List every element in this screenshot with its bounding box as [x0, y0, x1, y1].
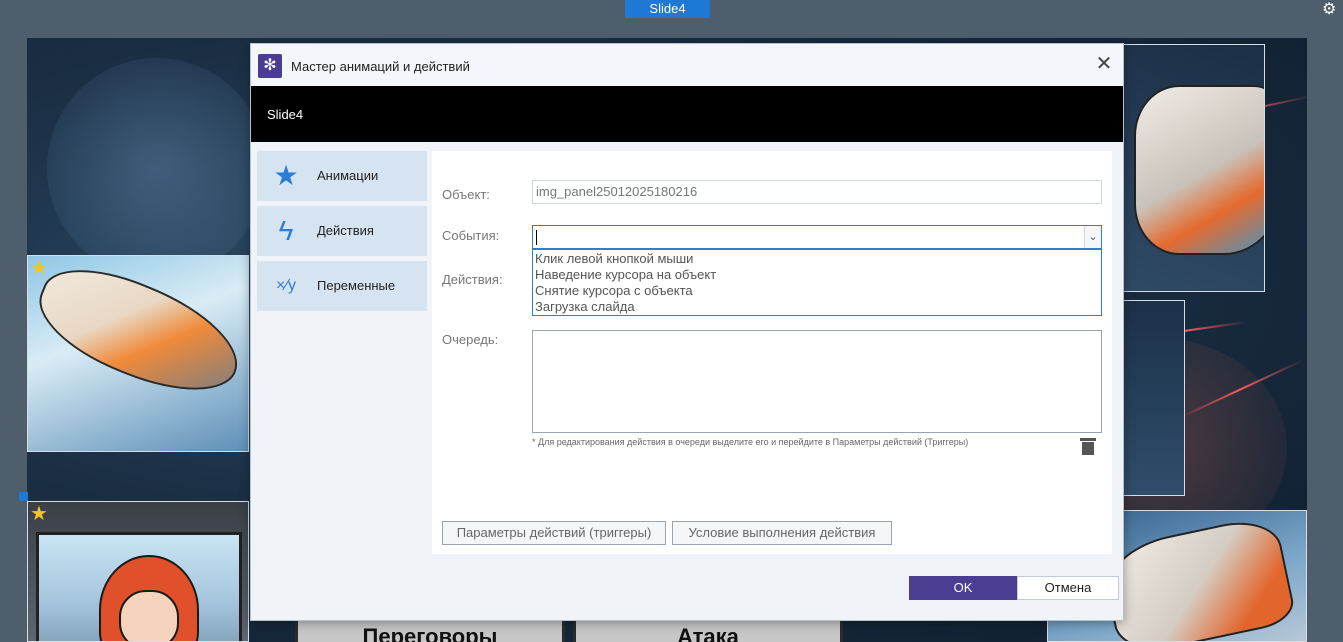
spaceship-illustration: [1098, 513, 1298, 641]
dropdown-option[interactable]: Клик левой кнопкой мыши: [533, 251, 1101, 267]
trash-body: [1082, 442, 1094, 455]
nav-item-actions[interactable]: ϟ Действия: [257, 206, 427, 256]
dropdown-option[interactable]: Наведение курсора на объект: [533, 267, 1101, 283]
params-triggers-button[interactable]: Параметры действий (триггеры): [442, 521, 666, 545]
queue-label: Очередь:: [442, 332, 499, 347]
queue-hint: * Для редактирования действия в очереди …: [532, 437, 969, 447]
close-icon[interactable]: ✕: [1094, 54, 1114, 74]
spaceship-illustration: [28, 256, 248, 413]
events-select[interactable]: ⌄: [532, 225, 1102, 249]
dropdown-option[interactable]: Загрузка слайда: [533, 299, 1101, 315]
nav-item-label: Анимации: [317, 168, 379, 183]
variables-icon: ×⁄y: [275, 277, 296, 294]
right-margin: [1307, 38, 1343, 642]
animation-wizard-dialog: ✻ Мастер анимаций и действий ✕ Slide4 ★ …: [250, 43, 1124, 621]
image-panel-spaceship-right[interactable]: [1123, 44, 1265, 292]
events-label: События:: [442, 228, 500, 243]
wizard-nav: ★ Анимации ϟ Действия ×⁄y Переменные: [257, 151, 427, 316]
lightning-icon: ϟ: [278, 215, 294, 246]
nav-item-label: Переменные: [317, 278, 396, 293]
gear-icon[interactable]: ⚙: [1322, 2, 1338, 18]
spaceship-illustration: [1134, 85, 1264, 255]
nebula-decoration: [47, 58, 267, 278]
star-icon: ★: [30, 257, 48, 279]
actions-label: Действия:: [442, 272, 503, 287]
trash-lid: [1080, 438, 1096, 441]
action-condition-button[interactable]: Условие выполнения действия: [672, 521, 892, 545]
wizard-content: Объект: img_panel25012025180216 События:…: [432, 151, 1112, 554]
text-cursor: [536, 230, 537, 245]
dropdown-option[interactable]: Снятие курсора с объекта: [533, 283, 1101, 299]
nav-item-animations[interactable]: ★ Анимации: [257, 151, 427, 201]
nav-item-label: Действия: [317, 223, 374, 238]
selection-handle[interactable]: [19, 492, 28, 501]
image-panel-spaceship-left[interactable]: [27, 255, 249, 452]
nav-item-variables[interactable]: ×⁄y Переменные: [257, 261, 427, 311]
trash-icon[interactable]: [1080, 438, 1096, 456]
face-shape: [119, 590, 179, 641]
app-logo-icon: ✻: [258, 54, 282, 78]
left-margin: [0, 38, 27, 642]
cancel-button[interactable]: Отмена: [1017, 576, 1119, 600]
events-dropdown-list: Клик левой кнопкой мыши Наведение курсор…: [532, 249, 1102, 316]
chevron-down-icon[interactable]: ⌄: [1084, 226, 1101, 248]
queue-list[interactable]: [532, 330, 1102, 433]
ok-button[interactable]: OK: [909, 576, 1017, 600]
dialog-title: Мастер анимаций и действий: [291, 59, 470, 74]
object-field[interactable]: img_panel25012025180216: [532, 180, 1102, 204]
image-panel-right-mid[interactable]: [1123, 300, 1185, 496]
slide-banner: Slide4: [251, 86, 1123, 142]
image-panel-portrait[interactable]: [27, 501, 249, 642]
dialog-title-bar: ✻ Мастер анимаций и действий ✕: [251, 44, 1123, 86]
portrait-illustration: [36, 532, 242, 641]
banner-slide-name: Slide4: [267, 107, 304, 122]
star-icon: ★: [273, 160, 299, 191]
slide-tab[interactable]: Slide4: [625, 0, 710, 18]
object-label: Объект:: [442, 187, 490, 202]
star-icon: ★: [30, 503, 48, 525]
